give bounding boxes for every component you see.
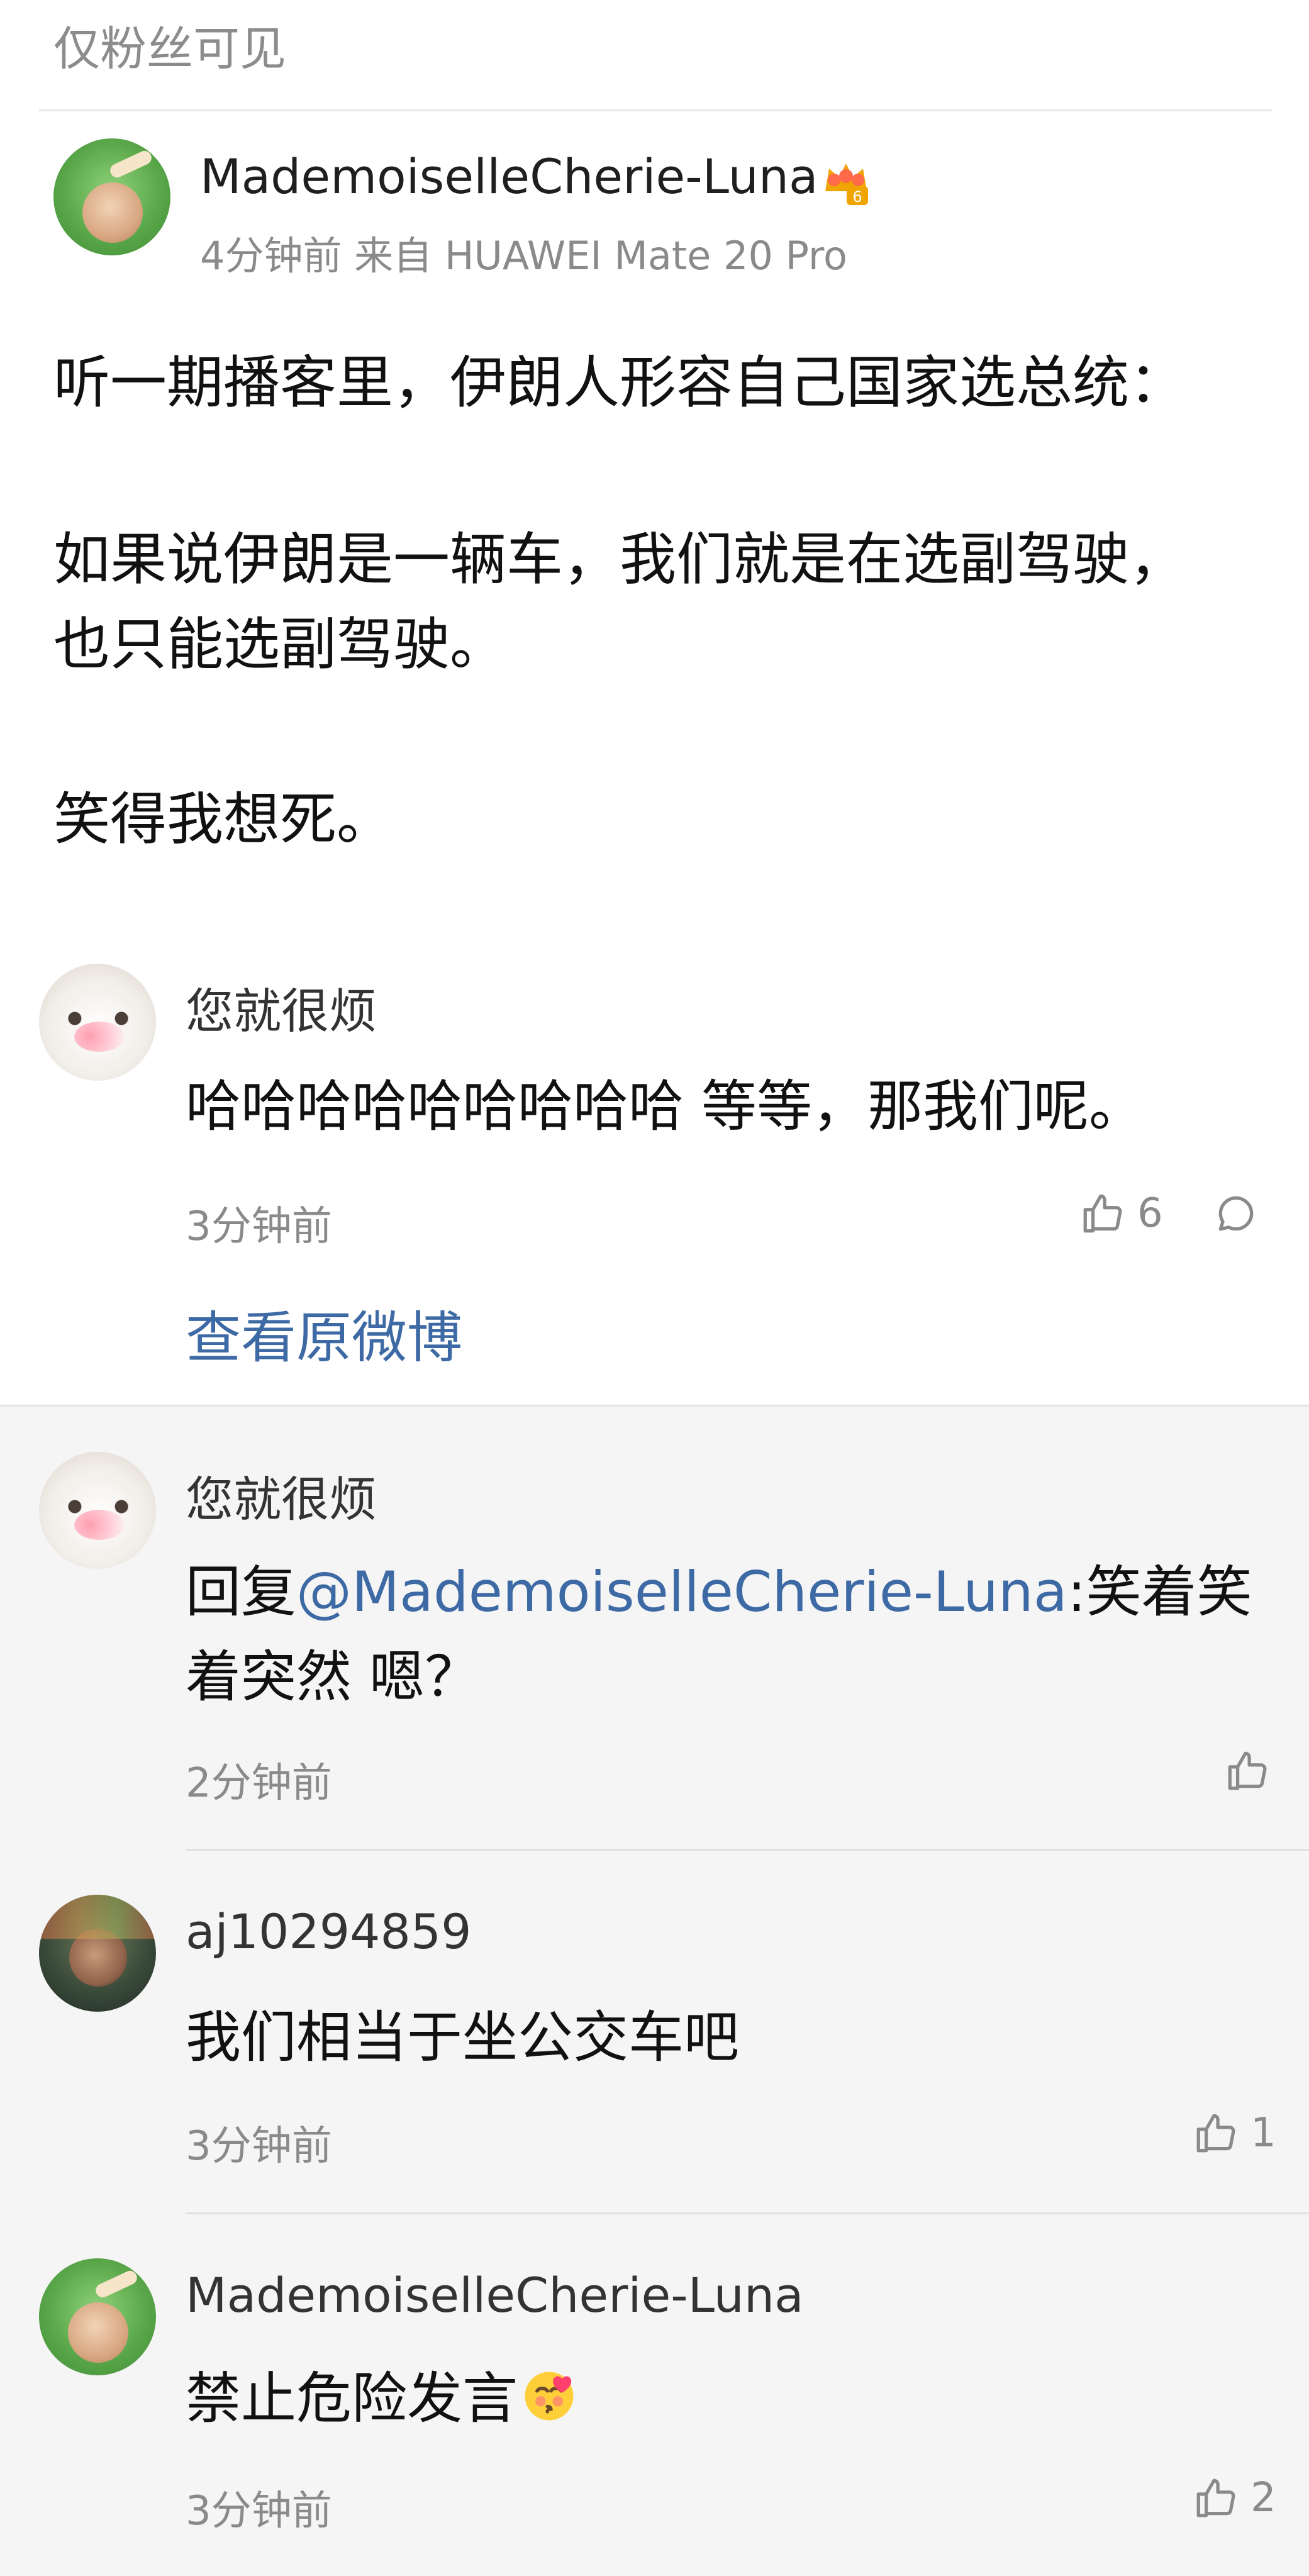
reply-text: 禁止危险发言 bbox=[186, 2366, 518, 2431]
reply-author-avatar[interactable] bbox=[39, 1452, 156, 1569]
kiss-face-emoji bbox=[525, 2372, 574, 2421]
reply-like-button[interactable] bbox=[1224, 1748, 1271, 1794]
comment-author-avatar[interactable] bbox=[39, 964, 156, 1081]
reply-like-button[interactable]: 2 bbox=[1193, 2475, 1276, 2521]
post-line-4: 笑得我想死。 bbox=[53, 786, 393, 852]
crown-badge-icon[interactable]: 6 bbox=[819, 155, 873, 209]
reply-author-avatar[interactable] bbox=[39, 2258, 156, 2375]
thumbs-up-icon bbox=[1228, 1751, 1267, 1790]
mention-link[interactable]: @MademoiselleCherie-Luna bbox=[296, 1559, 1067, 1624]
post-author-name[interactable]: MademoiselleCherie-Luna bbox=[200, 148, 818, 204]
divider bbox=[186, 2212, 1309, 2214]
comment-like-count: 6 bbox=[1137, 1190, 1163, 1237]
post-author-avatar[interactable] bbox=[53, 138, 170, 255]
reply-text-rest: :笑着笑 bbox=[1067, 1559, 1252, 1624]
comment-author-name[interactable]: 您就很烦 bbox=[186, 973, 377, 1042]
post-line-2: 如果说伊朗是一辆车，我们就是在选副驾驶， bbox=[53, 527, 1186, 593]
post-meta: 4分钟前 来自 HUAWEI Mate 20 Pro bbox=[200, 233, 847, 279]
reply-time: 3分钟前 bbox=[186, 2488, 332, 2534]
reply-time: 3分钟前 bbox=[186, 2123, 332, 2170]
reply-like-count: 1 bbox=[1251, 2110, 1276, 2156]
reply-text-line-1: 回复@MademoiselleCherie-Luna:笑着笑 bbox=[186, 1549, 1252, 1636]
visibility-label: 仅粉丝可见 bbox=[53, 22, 286, 76]
reply-text-with-emoji: 禁止危险发言 bbox=[186, 2355, 577, 2442]
reply-button[interactable] bbox=[1213, 1190, 1259, 1239]
comment-like-button[interactable]: 6 bbox=[1079, 1190, 1163, 1237]
reply-author-name[interactable]: aj10294859 bbox=[186, 1904, 472, 1960]
reply-time: 2分钟前 bbox=[186, 1760, 332, 1807]
divider bbox=[0, 1405, 1309, 1407]
comment-text: 哈哈哈哈哈哈哈哈哈 等等，那我们呢。 bbox=[186, 1074, 1144, 1139]
thumbs-up-icon bbox=[1083, 1194, 1122, 1233]
post-line-3: 也只能选副驾驶。 bbox=[53, 611, 506, 677]
badge-level: 6 bbox=[852, 188, 862, 206]
comment-time: 3分钟前 bbox=[186, 1203, 332, 1250]
reply-author-name[interactable]: MademoiselleCherie-Luna bbox=[186, 2267, 804, 2323]
thumbs-up-icon bbox=[1196, 2114, 1235, 2153]
speech-bubble-icon bbox=[1218, 1196, 1254, 1231]
reply-text: 我们相当于坐公交车吧 bbox=[186, 2005, 740, 2070]
reply-text-line-2: 着突然 嗯？ bbox=[186, 1644, 480, 1709]
reply-prefix: 回复 bbox=[186, 1559, 297, 1624]
reply-author-avatar[interactable] bbox=[39, 1895, 156, 2012]
reply-like-count: 2 bbox=[1251, 2475, 1276, 2521]
post-line-1: 听一期播客里，伊朗人形容自己国家选总统： bbox=[53, 350, 1186, 416]
thumbs-up-icon bbox=[1196, 2478, 1235, 2517]
reply-like-button[interactable]: 1 bbox=[1193, 2110, 1276, 2156]
top-bar: 仅粉丝可见 bbox=[0, 0, 1309, 111]
reply-author-name[interactable]: 您就很烦 bbox=[186, 1461, 377, 1530]
view-original-link[interactable]: 查看原微博 bbox=[186, 1293, 462, 1373]
divider bbox=[186, 1849, 1309, 1851]
